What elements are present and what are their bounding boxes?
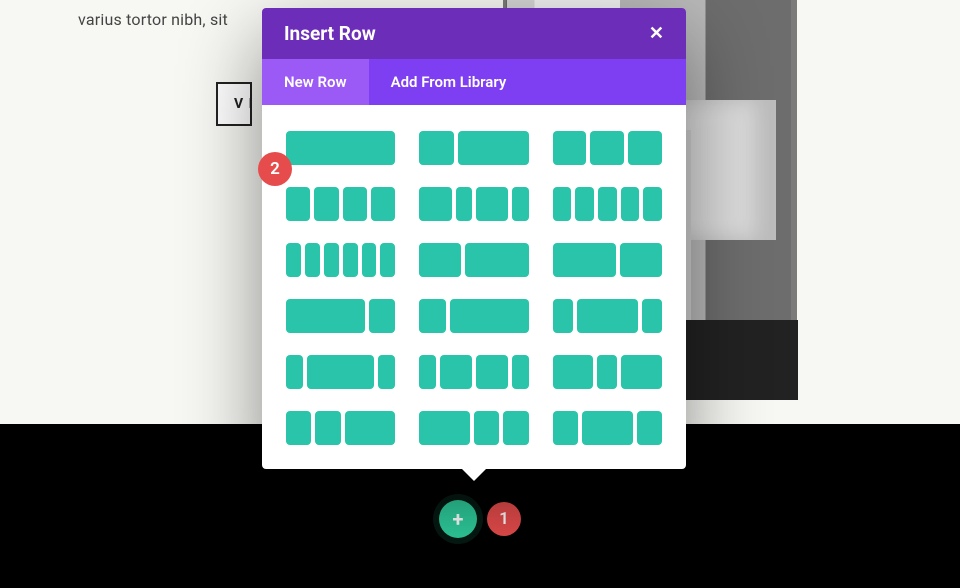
column-segment <box>286 187 310 221</box>
column-segment <box>575 187 594 221</box>
modal-tabs: New Row Add From Library <box>262 59 686 105</box>
column-segment <box>621 355 662 389</box>
column-segment <box>419 187 451 221</box>
add-section-controls: + 1 <box>439 500 521 538</box>
row-layout-option-4[interactable] <box>419 187 528 221</box>
row-layout-option-3[interactable] <box>286 187 395 221</box>
column-segment <box>345 411 396 445</box>
insert-row-modal: Insert Row ✕ New Row Add From Library <box>262 8 686 469</box>
column-segment <box>637 411 662 445</box>
row-layout-option-0[interactable] <box>286 131 395 165</box>
column-segment <box>380 243 395 277</box>
modal-header: Insert Row ✕ <box>262 8 686 59</box>
row-layout-option-14[interactable] <box>553 355 662 389</box>
column-segment <box>343 187 367 221</box>
column-segment <box>419 299 445 333</box>
tab-new-row[interactable]: New Row <box>262 59 369 105</box>
row-layout-option-12[interactable] <box>286 355 395 389</box>
row-layout-option-10[interactable] <box>419 299 528 333</box>
column-segment <box>503 411 528 445</box>
column-segment <box>286 299 365 333</box>
column-segment <box>643 187 662 221</box>
column-segment <box>458 131 528 165</box>
row-layout-option-13[interactable] <box>419 355 528 389</box>
column-segment <box>362 243 377 277</box>
column-segment <box>343 243 358 277</box>
column-segment <box>553 411 578 445</box>
column-segment <box>314 187 338 221</box>
row-layout-option-7[interactable] <box>419 243 528 277</box>
column-segment <box>553 187 572 221</box>
add-section-button[interactable]: + <box>439 500 477 538</box>
row-layout-option-17[interactable] <box>553 411 662 445</box>
column-segment <box>577 299 638 333</box>
close-icon[interactable]: ✕ <box>649 23 664 44</box>
column-segment <box>456 187 472 221</box>
plus-icon: + <box>453 507 464 531</box>
column-segment <box>315 411 340 445</box>
row-layout-grid <box>262 105 686 469</box>
column-segment <box>621 187 640 221</box>
column-segment <box>419 355 435 389</box>
column-segment <box>369 299 395 333</box>
row-layout-option-16[interactable] <box>419 411 528 445</box>
annotation-step-1: 1 <box>487 502 521 536</box>
row-layout-option-8[interactable] <box>553 243 662 277</box>
column-segment <box>286 411 311 445</box>
column-segment <box>305 243 320 277</box>
column-segment <box>642 299 662 333</box>
column-segment <box>378 355 395 389</box>
tab-add-from-library[interactable]: Add From Library <box>369 59 529 105</box>
column-segment <box>553 243 616 277</box>
view-product-button[interactable]: V I <box>216 82 252 126</box>
column-segment <box>286 243 301 277</box>
column-segment <box>324 243 339 277</box>
modal-title: Insert Row <box>284 22 376 45</box>
row-layout-option-15[interactable] <box>286 411 395 445</box>
column-segment <box>419 411 470 445</box>
column-segment <box>512 355 528 389</box>
column-segment <box>419 131 454 165</box>
row-layout-option-6[interactable] <box>286 243 395 277</box>
column-segment <box>620 243 662 277</box>
column-segment <box>307 355 375 389</box>
column-segment <box>286 131 395 165</box>
column-segment <box>450 299 529 333</box>
row-layout-option-2[interactable] <box>553 131 662 165</box>
annotation-step-2: 2 <box>258 152 292 186</box>
row-layout-option-1[interactable] <box>419 131 528 165</box>
column-segment <box>476 355 508 389</box>
column-segment <box>476 187 508 221</box>
lorem-text: varius tortor nibh, sit <box>78 10 228 29</box>
column-segment <box>553 131 587 165</box>
column-segment <box>598 187 617 221</box>
column-segment <box>419 243 461 277</box>
row-layout-option-9[interactable] <box>286 299 395 333</box>
column-segment <box>590 131 624 165</box>
column-segment <box>465 243 528 277</box>
row-layout-option-11[interactable] <box>553 299 662 333</box>
column-segment <box>582 411 633 445</box>
column-segment <box>474 411 499 445</box>
column-segment <box>286 355 303 389</box>
page-root: varius tortor nibh, sit V I Insert Row ✕… <box>0 0 960 588</box>
column-segment <box>440 355 472 389</box>
column-segment <box>553 299 573 333</box>
row-layout-option-5[interactable] <box>553 187 662 221</box>
column-segment <box>628 131 662 165</box>
column-segment <box>371 187 395 221</box>
column-segment <box>597 355 617 389</box>
column-segment <box>512 187 528 221</box>
column-segment <box>553 355 594 389</box>
